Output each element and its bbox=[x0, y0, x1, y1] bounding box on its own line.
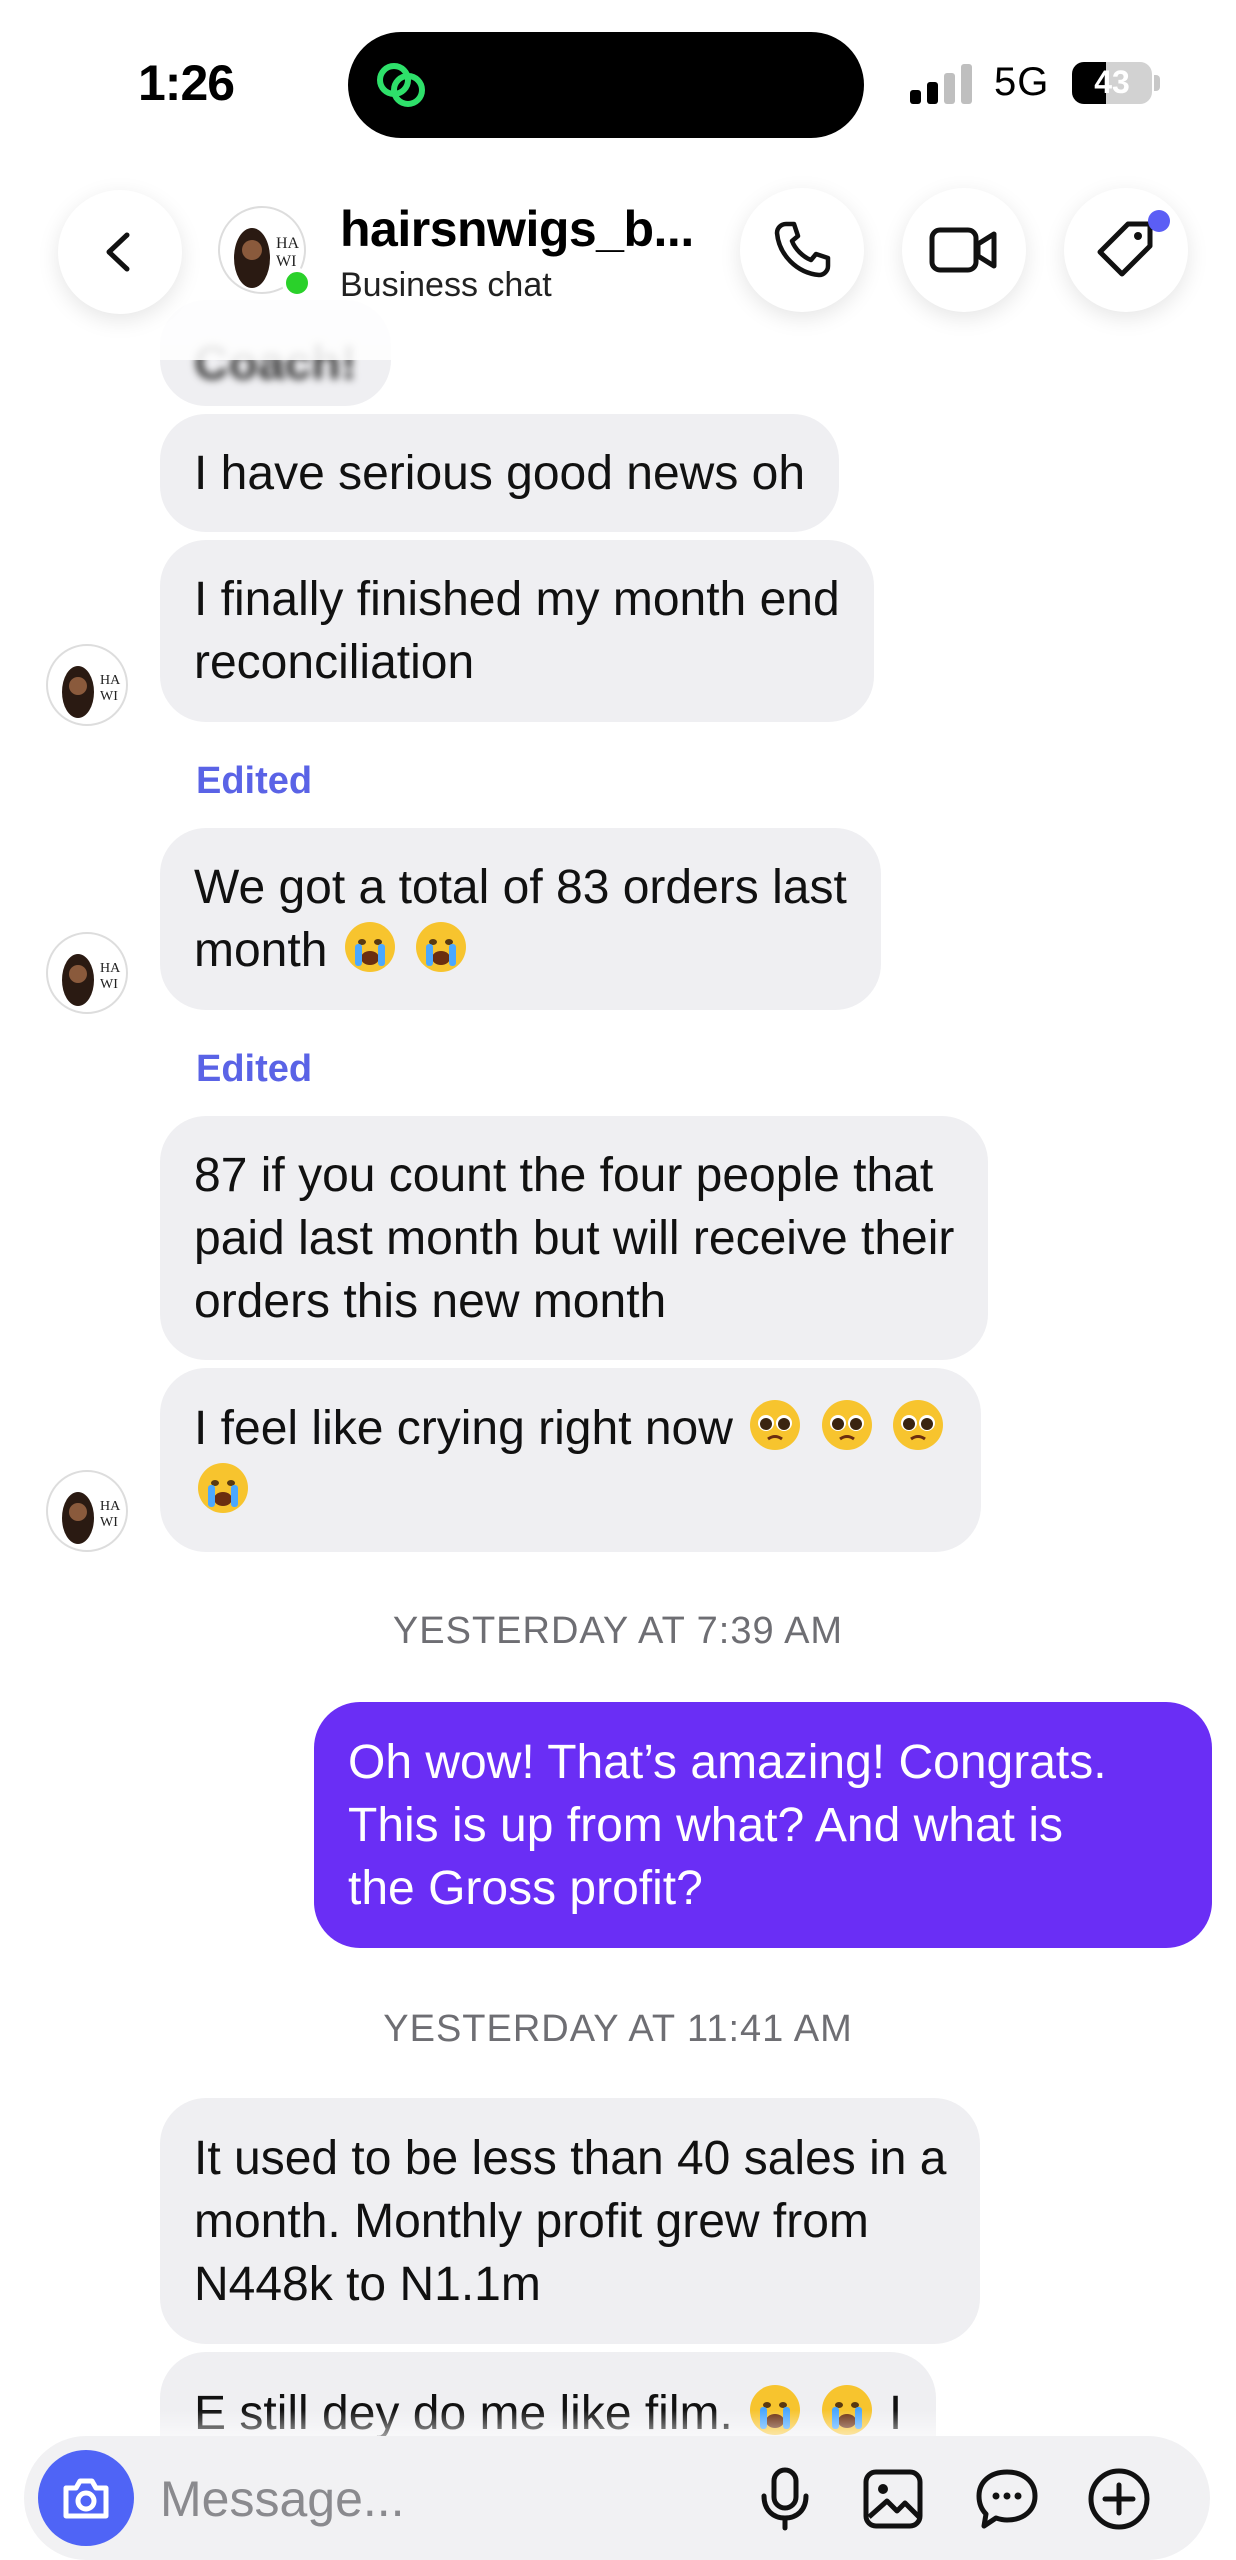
timestamp: YESTERDAY AT 11:41 AM bbox=[383, 2008, 853, 2050]
message-text-line: the Gross profit? bbox=[348, 1861, 703, 1915]
avatar[interactable]: HA WI bbox=[46, 644, 128, 726]
svg-text:HA: HA bbox=[100, 673, 121, 688]
back-button[interactable] bbox=[58, 190, 182, 314]
edited-label: Edited bbox=[196, 760, 313, 802]
avatar-logo-icon: HA WI bbox=[62, 666, 121, 718]
more-button[interactable] bbox=[1080, 2460, 1158, 2538]
edited-label: Edited bbox=[196, 1048, 313, 1090]
message-text-line: reconciliation bbox=[194, 636, 475, 689]
network-label: 5G bbox=[994, 60, 1050, 104]
message-text-line: It used to be less than 40 sales in a bbox=[194, 2131, 947, 2185]
avatar-logo-icon: HA WI bbox=[62, 1492, 121, 1544]
online-status-dot bbox=[282, 268, 312, 298]
camera-icon bbox=[63, 2478, 109, 2519]
message-bubble[interactable]: It used to be less than 40 sales in a mo… bbox=[160, 2098, 981, 2344]
svg-text:HA: HA bbox=[100, 1499, 121, 1514]
video-icon bbox=[929, 227, 997, 273]
crying-emoji bbox=[198, 1463, 248, 1513]
avatar[interactable]: HA WI bbox=[46, 1470, 128, 1552]
avatar-logo-icon: HA WI bbox=[62, 954, 121, 1006]
message-bubble[interactable]: I finally finished my month end reconcil… bbox=[160, 540, 874, 722]
svg-text:WI: WI bbox=[100, 689, 118, 704]
message-text-line: month bbox=[194, 924, 328, 977]
contact-name[interactable]: hairsnwigs_b... bbox=[340, 200, 694, 258]
label-button[interactable] bbox=[1064, 188, 1188, 312]
message-text-line: month. Monthly profit grew from bbox=[194, 2194, 869, 2248]
timestamp: YESTERDAY AT 7:39 AM bbox=[392, 1610, 844, 1652]
signal-icon bbox=[910, 64, 972, 104]
battery-icon: 43 bbox=[1072, 62, 1162, 104]
tag-icon bbox=[1097, 221, 1153, 277]
phone-icon bbox=[774, 221, 831, 278]
message-bubble[interactable]: 87 if you count the four people that pai… bbox=[160, 1116, 989, 1360]
message-input[interactable] bbox=[160, 2464, 720, 2534]
dynamic-island bbox=[348, 32, 864, 138]
back-icon bbox=[106, 232, 130, 272]
svg-text:HA: HA bbox=[100, 961, 121, 976]
message-bubble[interactable]: I feel like crying right now bbox=[160, 1368, 981, 1552]
outgoing-message-bubble[interactable]: Oh wow! That’s amazing! Congrats. This i… bbox=[314, 1702, 1212, 1948]
microphone-icon bbox=[761, 2467, 809, 2531]
pleading-emoji bbox=[821, 1400, 872, 1450]
battery-level: 43 bbox=[1094, 64, 1130, 100]
message-text-line: paid last month but will receive their bbox=[194, 1211, 955, 1265]
plus-icon bbox=[1088, 2468, 1150, 2530]
notification-dot bbox=[1148, 210, 1170, 232]
sticker-icon bbox=[976, 2469, 1038, 2529]
image-icon bbox=[863, 2469, 923, 2529]
message-text-line: We got a total of 83 orders last bbox=[194, 861, 847, 914]
svg-text:WI: WI bbox=[100, 1515, 118, 1530]
video-call-button[interactable] bbox=[902, 188, 1026, 312]
message-text-line: I feel like crying right now bbox=[194, 1402, 733, 1455]
message-text-line: Oh wow! That’s amazing! Congrats. bbox=[348, 1735, 1107, 1789]
pleading-emoji bbox=[750, 1400, 801, 1450]
message-bubble[interactable]: We got a total of 83 orders last month bbox=[160, 828, 881, 1010]
message-composer bbox=[24, 2436, 1210, 2560]
message-text-line: N448k to N1.1m bbox=[194, 2257, 541, 2311]
pleading-emoji bbox=[892, 1400, 943, 1450]
crying-emoji bbox=[344, 922, 395, 972]
svg-text:HA: HA bbox=[276, 235, 300, 252]
contact-subtitle: Business chat bbox=[340, 266, 552, 304]
message-text-line: orders this new month bbox=[194, 1274, 667, 1328]
message-text-line: I finally finished my month end bbox=[194, 573, 840, 626]
chat-header: HA WI hairsnwigs_b... Business chat bbox=[0, 150, 1236, 360]
sticker-button[interactable] bbox=[968, 2460, 1046, 2538]
link-icon bbox=[377, 63, 425, 107]
svg-text:WI: WI bbox=[100, 977, 118, 992]
gallery-button[interactable] bbox=[854, 2460, 932, 2538]
message-bubble[interactable]: I have serious good news oh bbox=[160, 414, 840, 532]
microphone-button[interactable] bbox=[746, 2460, 824, 2538]
camera-button[interactable] bbox=[38, 2450, 134, 2546]
message-text-line: 87 if you count the four people that bbox=[194, 1148, 934, 1202]
message-text: I have serious good news oh bbox=[194, 446, 806, 500]
avatar[interactable]: HA WI bbox=[46, 932, 128, 1014]
status-time: 1:26 bbox=[138, 55, 235, 111]
message-text-line: This is up from what? And what is bbox=[348, 1798, 1063, 1852]
crying-emoji bbox=[416, 922, 467, 972]
call-button[interactable] bbox=[740, 188, 864, 312]
